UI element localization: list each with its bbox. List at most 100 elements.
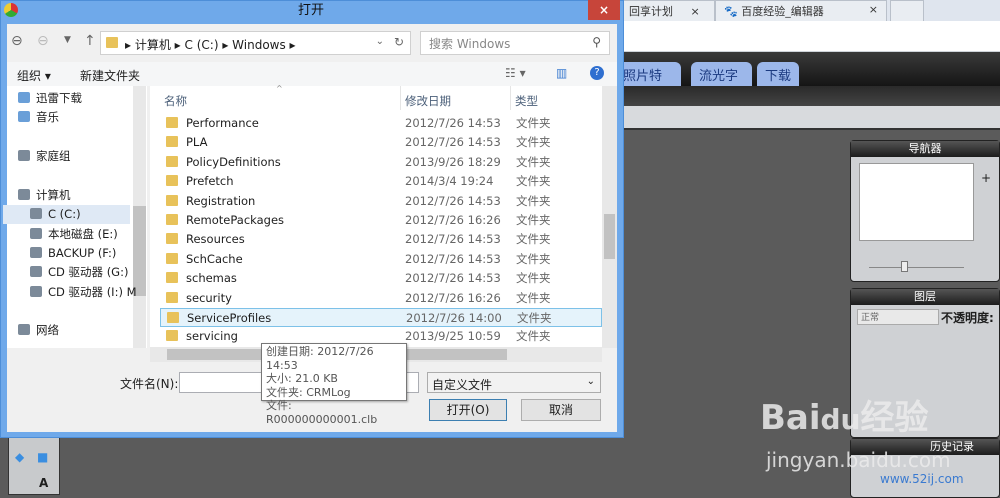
back-button[interactable]: ⊖ [11, 33, 23, 49]
nav-item-label: 音乐 [36, 110, 59, 124]
zoom-slider[interactable] [869, 267, 964, 268]
nav-item[interactable]: C (C:) [3, 205, 130, 224]
browser-tab[interactable]: 🐾 百度经验_编辑器 × [715, 0, 887, 21]
nav-item-label: CD 驱动器 (G:) [48, 265, 129, 279]
file-name: Prefetch [186, 174, 234, 189]
tab-label: 百度经验_编辑器 [741, 5, 824, 18]
recent-dropdown[interactable]: ▼ [64, 35, 71, 45]
filetype-value: 自定义文件 [432, 378, 493, 392]
nav-item[interactable]: 音乐 [18, 108, 59, 127]
menu-tab-glow-text[interactable]: 流光字 [691, 62, 752, 86]
file-row[interactable]: Performance 2012/7/26 14:53 文件夹 [160, 114, 602, 133]
nav-scrollbar[interactable] [133, 86, 146, 348]
command-bar: 组织 ▾ 新建文件夹 ☷ ▾ ▥ ? [7, 62, 617, 86]
filetype-select[interactable]: 自定义文件 ⌄ [427, 372, 601, 393]
organize-button[interactable]: 组织 ▾ [17, 67, 51, 84]
download-icon [18, 92, 30, 103]
blend-mode-select[interactable]: 正常 [857, 309, 939, 325]
new-tab-button[interactable] [890, 0, 924, 21]
file-row[interactable]: Prefetch 2014/3/4 19:24 文件夹 [160, 172, 602, 191]
browser-tab[interactable]: 回享计划 × [620, 0, 715, 21]
file-name: PolicyDefinitions [186, 154, 281, 169]
file-date: 2012/7/26 14:53 [405, 135, 501, 150]
cancel-button[interactable]: 取消 [521, 399, 601, 421]
file-date: 2012/7/26 14:53 [405, 271, 501, 286]
cd-drive-icon [30, 266, 42, 277]
transform-tool-icon[interactable]: ■ [37, 450, 48, 464]
menu-tab-download[interactable]: 下载 [757, 62, 799, 86]
nav-item[interactable]: 计算机 [18, 186, 71, 205]
nav-item-label: CD 驱动器 (I:) M [48, 285, 137, 299]
breadcrumb-item[interactable]: C (C:) [185, 38, 219, 52]
nav-item[interactable]: 迅雷下载 [18, 89, 82, 108]
nav-item[interactable]: BACKUP (F:) [30, 244, 116, 263]
dialog-title: 打开 [297, 3, 324, 18]
file-type: 文件夹 [516, 329, 551, 344]
watermark-url: jingyan.baidu.com [766, 448, 951, 472]
chevron-down-icon[interactable]: ⌄ [376, 36, 384, 47]
column-type[interactable]: 类型 [515, 93, 538, 109]
folder-icon [166, 291, 178, 303]
preview-pane-icon[interactable]: ▥ [556, 66, 567, 80]
column-date[interactable]: 修改日期 [405, 93, 451, 109]
panel-title: 图层 [851, 289, 999, 305]
folder-icon [106, 37, 118, 48]
file-row[interactable]: ServiceProfiles 2012/7/26 14:00 文件夹 [160, 308, 602, 327]
navigator-preview [859, 163, 974, 241]
tooltip-line: 文件夹: CRMLog [266, 385, 351, 399]
search-icon: ⚲ [592, 35, 601, 49]
zoom-slider-handle[interactable] [901, 261, 908, 272]
file-date: 2012/7/26 14:53 [405, 116, 501, 130]
breadcrumb-item[interactable]: 计算机 [135, 38, 171, 52]
drive-icon [30, 208, 42, 219]
tooltip-line: 创建日期: 2012/7/26 14:53 [266, 345, 374, 372]
move-tool-icon[interactable]: ◆ [15, 450, 24, 464]
nav-item[interactable]: CD 驱动器 (G:) [30, 263, 128, 282]
chevron-down-icon: ⌄ [586, 376, 595, 387]
menu-tab-photo-effects[interactable]: 照片特效 [615, 62, 681, 103]
up-button[interactable]: ↑ [84, 33, 96, 49]
file-row[interactable]: schemas 2012/7/26 14:53 文件夹 [160, 269, 602, 288]
search-placeholder: 搜索 Windows [429, 37, 511, 51]
file-name: RemotePackages [186, 213, 285, 227]
column-name[interactable]: 名称 [164, 93, 187, 109]
nav-item[interactable]: 网络 [18, 321, 59, 340]
nav-item[interactable]: 本地磁盘 (E:) [30, 225, 118, 244]
folder-icon [166, 136, 178, 148]
new-folder-button[interactable]: 新建文件夹 [80, 67, 140, 84]
tooltip-line: 大小: 21.0 KB [266, 372, 338, 385]
address-bar[interactable]: ▸ 计算机 ▸ C (C:) ▸ Windows ▸ ⌄ ↻ [100, 31, 411, 55]
file-row[interactable]: security 2012/7/26 16:26 文件夹 [160, 289, 602, 308]
close-icon[interactable]: × [691, 5, 700, 18]
file-date: 2013/9/26 18:29 [405, 154, 501, 169]
open-button[interactable]: 打开(O) [429, 399, 507, 421]
forward-button[interactable]: ⊖ [37, 33, 49, 49]
zoom-in-icon[interactable]: + [981, 171, 991, 185]
help-icon[interactable]: ? [590, 66, 604, 80]
nav-item[interactable]: 家庭组 [18, 147, 71, 166]
navigator-panel: 导航器 + [850, 140, 1000, 282]
close-button[interactable]: × [588, 0, 620, 20]
baidu-watermark: Baidu经验 [760, 398, 929, 438]
close-icon[interactable]: × [869, 3, 878, 16]
nav-item[interactable]: CD 驱动器 (I:) M [30, 283, 137, 302]
refresh-icon[interactable]: ↻ [394, 35, 404, 49]
view-options-icon[interactable]: ☷ ▾ [505, 66, 526, 80]
folder-icon [166, 233, 178, 245]
file-row[interactable]: Resources 2012/7/26 14:53 文件夹 [160, 230, 602, 249]
file-row[interactable]: SchCache 2012/7/26 14:53 文件夹 [160, 250, 602, 269]
file-row[interactable]: PLA 2012/7/26 14:53 文件夹 [160, 133, 602, 152]
breadcrumb-item[interactable]: Windows [232, 38, 286, 52]
file-type: 文件夹 [516, 154, 551, 169]
file-row[interactable]: RemotePackages 2012/7/26 16:26 文件夹 [160, 211, 602, 230]
nav-item-label: 计算机 [36, 188, 71, 202]
search-input[interactable]: 搜索 Windows ⚲ [420, 31, 610, 55]
folder-icon [166, 330, 178, 342]
file-date: 2012/7/26 16:26 [405, 213, 501, 227]
file-row[interactable]: Registration 2012/7/26 14:53 文件夹 [160, 192, 602, 211]
file-list-vertical-scrollbar[interactable] [602, 86, 617, 348]
text-tool-icon[interactable]: A [39, 476, 48, 490]
file-name: Performance [186, 116, 259, 130]
file-name: Resources [186, 232, 245, 247]
file-row[interactable]: PolicyDefinitions 2013/9/26 18:29 文件夹 [160, 153, 602, 172]
